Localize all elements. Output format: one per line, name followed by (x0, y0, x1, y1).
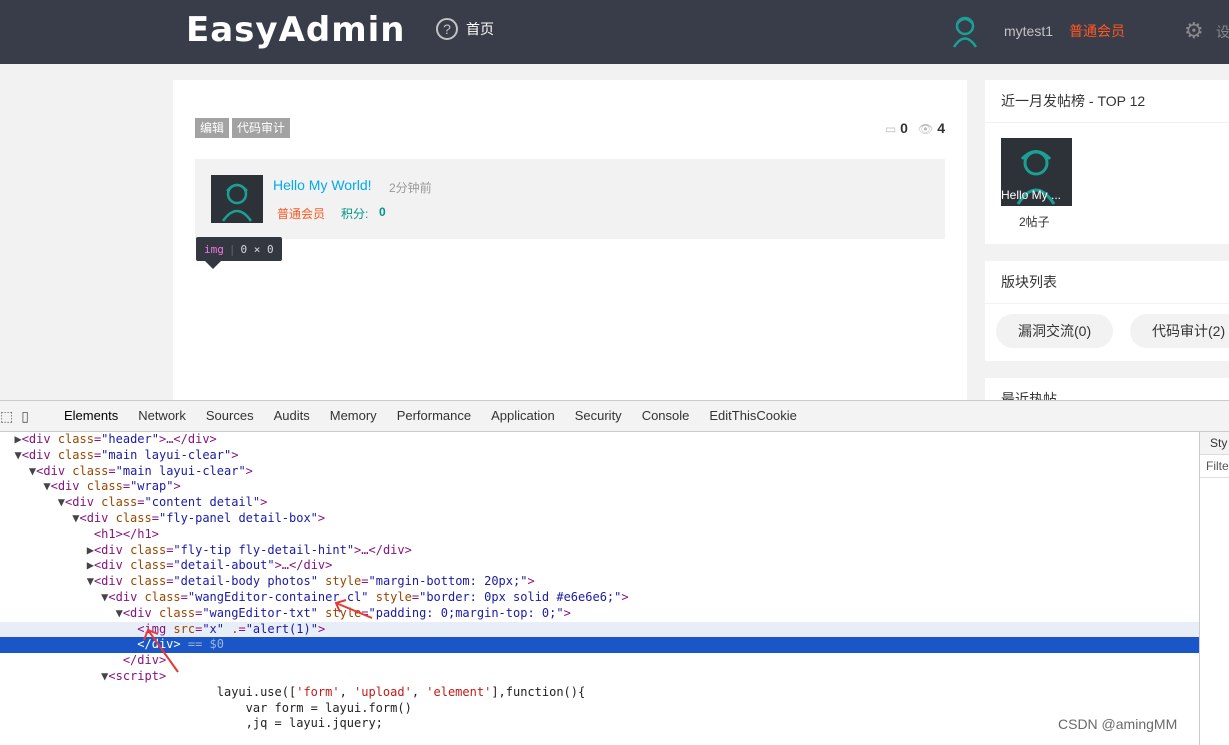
tree-line[interactable]: ▼<div class="detail-body photos" style="… (0, 574, 1199, 590)
author-avatar[interactable] (211, 175, 263, 223)
tree-line[interactable]: ▼<div class="main layui-clear"> (0, 448, 1199, 464)
rank-user-name: Hello My ... (1001, 188, 1062, 202)
devtools-tab[interactable]: Memory (320, 401, 387, 431)
username[interactable]: mytest1 (1004, 23, 1053, 39)
devtools-tab[interactable]: Elements (54, 401, 128, 431)
styles-pane: Sty Filte (1199, 432, 1229, 745)
devtools-tabs: Elements Network Sources Audits Memory Perfor… (54, 401, 807, 431)
post-time: 2分钟前 (389, 181, 432, 195)
tree-line[interactable]: ▼<div class="wangEditor-container cl" st… (0, 590, 1199, 606)
devtools-panel: ⬚ ▯ Elements Network Sources Audits Memory Pe… (0, 400, 1229, 745)
devtools-tool-icons: ⬚ ▯ (0, 408, 54, 425)
devtools-tab[interactable]: Sources (196, 401, 264, 431)
inspector-tooltip: img | 0 × 0 (196, 237, 282, 261)
board-pill[interactable]: 漏洞交流(0) (996, 314, 1114, 348)
tree-line[interactable]: ▼<div class="fly-panel detail-box"> (0, 511, 1199, 527)
rank-user-count: 2帖子 (1019, 215, 1050, 229)
gear-icon[interactable]: ⚙ (1184, 18, 1204, 44)
rank-card: 近一月发帖榜 - TOP 12 Hello My ... 2帖子 (985, 80, 1229, 244)
board-title: 版块列表 (985, 261, 1229, 304)
tree-line[interactable]: ▼<div class="wangEditor-txt" style="padd… (0, 606, 1199, 622)
tree-line[interactable]: ▼<div class="main layui-clear"> (0, 464, 1199, 480)
site-logo[interactable]: EasyAdmin (186, 10, 406, 50)
tree-line[interactable]: layui.use(['form', 'upload', 'element'],… (0, 685, 1199, 701)
board-card: 版块列表 漏洞交流(0) 代码审计(2) (985, 261, 1229, 361)
tree-line[interactable]: ▼<script> (0, 669, 1199, 685)
top-nav-bar: EasyAdmin ? 首页 mytest1 普通会员 ⚙ 设 (0, 0, 1229, 64)
nav-home-label: 首页 (466, 21, 494, 37)
styles-filter[interactable]: Filte (1200, 455, 1229, 478)
tag-category[interactable]: 代码审计 (232, 118, 291, 138)
user-avatar-icon (952, 16, 978, 48)
tree-line[interactable]: ▶<div class="header">…</div> (0, 432, 1199, 448)
tree-line[interactable]: var form = layui.form() (0, 701, 1199, 717)
tag-edit[interactable]: 编辑 (195, 118, 230, 138)
tree-line[interactable]: <h1></h1> (0, 527, 1199, 543)
elements-tree[interactable]: ▶<div class="header">…</div> ▼<div class… (0, 432, 1199, 745)
devtools-tab[interactable]: Network (128, 401, 196, 431)
settings-label[interactable]: 设 (1216, 22, 1229, 42)
devtools-tab[interactable]: Application (481, 401, 565, 431)
post-tags: 编辑 代码审计 (195, 118, 291, 138)
tree-line[interactable] (0, 732, 1199, 745)
comment-icon: ▭ (884, 122, 897, 136)
view-count: 4 (937, 120, 945, 136)
tooltip-size: 0 × 0 (240, 242, 274, 256)
devtools-toolbar: ⬚ ▯ Elements Network Sources Audits Memory Pe… (0, 401, 1229, 432)
tooltip-separator: | (228, 242, 236, 256)
post-title[interactable]: Hello My World! (273, 177, 372, 193)
avatar-figure-icon (221, 183, 253, 222)
device-toggle-icon[interactable]: ▯ (21, 408, 29, 425)
tree-line[interactable]: </div> == $0 (0, 637, 1199, 654)
tooltip-tag: img (204, 242, 224, 256)
devtools-tab[interactable]: Audits (264, 401, 320, 431)
comment-count: 0 (900, 120, 908, 136)
nav-home-link[interactable]: ? 首页 (436, 18, 494, 40)
rank-user-avatar[interactable]: Hello My ... (1001, 138, 1072, 206)
rank-title: 近一月发帖榜 - TOP 12 (985, 80, 1229, 123)
tooltip-arrow (205, 261, 221, 269)
styles-tab[interactable]: Sty (1200, 432, 1229, 455)
tree-line[interactable]: ▼<div class="wrap"> (0, 479, 1199, 495)
board-pill[interactable]: 代码审计(2) (1130, 314, 1229, 348)
user-area[interactable]: mytest1 普通会员 (950, 14, 1125, 48)
tree-line[interactable]: ▶<div class="detail-about">…</div> (0, 558, 1199, 574)
tree-line[interactable]: ▼<div class="content detail"> (0, 495, 1199, 511)
eye-icon: 👁 (917, 122, 934, 136)
points-label: 积分: (341, 207, 369, 221)
tree-line[interactable]: ,jq = layui.jquery; (0, 716, 1199, 732)
view-stat: 👁 4 (918, 120, 945, 136)
watermark: CSDN @amingMM (1058, 716, 1178, 732)
devtools-tab[interactable]: Performance (387, 401, 481, 431)
tree-line[interactable]: <img src="x" .="alert(1)"> (0, 621, 1199, 638)
author-role: 普通会员 (277, 207, 326, 221)
inspect-cursor-icon[interactable]: ⬚ (0, 408, 13, 425)
tree-line[interactable]: ▶<div class="fly-tip fly-detail-hint">…<… (0, 543, 1199, 559)
tree-line[interactable]: </div> (0, 653, 1199, 669)
devtools-tab[interactable]: Console (632, 401, 700, 431)
devtools-tab[interactable]: EditThisCookie (699, 401, 806, 431)
devtools-tab[interactable]: Security (565, 401, 632, 431)
comment-stat: ▭ 0 (885, 120, 908, 136)
detail-panel: 编辑 代码审计 ▭ 0 👁 4 Hello My World! 2分钟前 普通会员 … (173, 80, 967, 404)
user-type-badge: 普通会员 (1069, 23, 1126, 39)
post-author-box: Hello My World! 2分钟前 普通会员 积分: 0 (195, 159, 945, 239)
help-circle-icon: ? (436, 18, 458, 40)
points-value: 0 (379, 205, 386, 219)
post-stats: ▭ 0 👁 4 (885, 120, 945, 136)
